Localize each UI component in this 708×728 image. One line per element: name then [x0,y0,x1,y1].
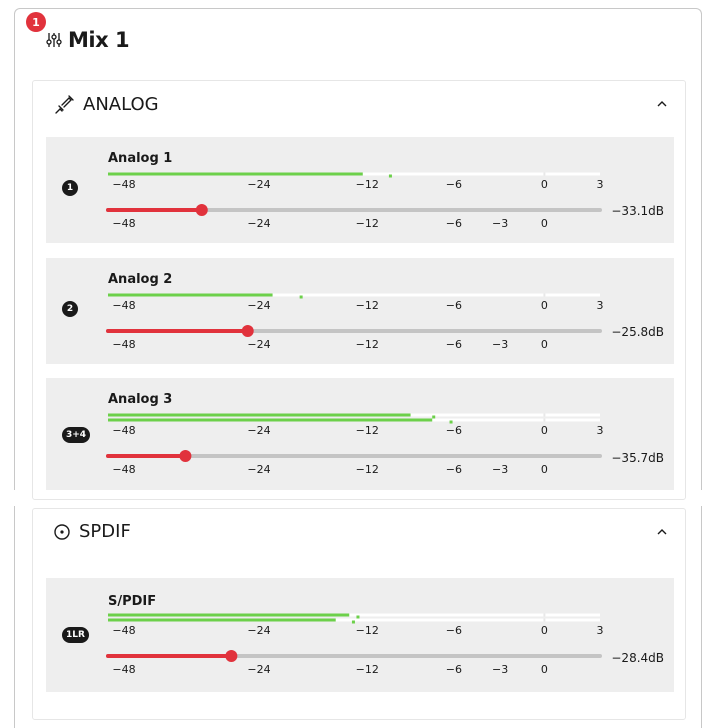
meter-scale-label: 0 [541,178,548,191]
channel-badge: 2 [62,301,78,317]
meter-peak [388,174,392,178]
meter-scale-label: −48 [112,624,135,637]
meter-scale-label: 3 [597,624,604,637]
meter-scale-label: −48 [112,299,135,312]
meter-peak [356,615,360,619]
channel-strip: Analog 3 3+4 −48 −24 −12 −6 0 3 −48 −24 −12 −6 −3 0… [46,378,674,490]
meter-scale-label: −12 [356,624,379,637]
section-spdif-label: SPDIF [79,521,131,542]
meter-scale-label: 0 [541,624,548,637]
meter-scale-label: 3 [597,424,604,437]
meter-scale-label: −12 [356,178,379,191]
channel-strip: Analog 2 2 −48 −24 −12 −6 0 3 −48 −24 −12 −6 −3 0 −… [46,258,674,364]
fader-scale-label: −3 [492,217,508,230]
cable-icon [55,95,74,114]
meter-scale-label: 3 [597,178,604,191]
fader-scale-label: −6 [446,663,462,676]
fader-scale-label: −12 [356,217,379,230]
fader-scale-label: 0 [541,217,548,230]
fader-scale-label: −3 [492,463,508,476]
notification-badge: 1 [26,12,46,32]
fader-knob[interactable] [179,450,192,462]
fader-scale-label: −24 [247,217,270,230]
channel-meters: −48 −24 −12 −6 0 3 −48 −24 −12 −6 −3 0 [106,613,604,676]
meter-scale-label: −6 [446,178,462,191]
fader-scale-label: −6 [446,338,462,351]
channel-meters: −48 −24 −12 −6 0 3 −48 −24 −12 −6 −3 0 [106,172,604,230]
circle-dot-icon [54,523,70,540]
channel-meters: −48 −24 −12 −6 0 3 −48 −24 −12 −6 −3 0 [106,413,604,476]
gain-readout: −25.8dB [611,325,664,339]
mix-header: Mix 1 [46,28,130,52]
page-title: Mix 1 [68,28,130,52]
meter-scale-label: 3 [597,299,604,312]
meter-scale-label: −48 [112,424,135,437]
meter-scale-label: −24 [247,178,270,191]
section-spdif-header[interactable]: SPDIF [53,521,131,542]
fader-knob[interactable] [195,204,208,216]
fader-scale-label: 0 [541,338,548,351]
fader-knob[interactable] [241,325,254,337]
fader-scale-label: −48 [112,217,135,230]
channel-meters: −48 −24 −12 −6 0 3 −48 −24 −12 −6 −3 0 [106,293,604,351]
channel-badge: 1LR [62,627,89,643]
fader-scale-label: −12 [356,463,379,476]
fader-scale-label: −6 [446,463,462,476]
meter-peak [351,620,355,624]
meter-scale-label: −24 [247,424,270,437]
section-analog-header[interactable]: ANALOG [53,93,159,115]
chevron-up-icon[interactable] [655,97,669,111]
fader-scale-label: −12 [356,338,379,351]
fader-scale-label: −48 [112,338,135,351]
fader-scale-label: −12 [356,663,379,676]
channel-badge: 1 [62,180,78,196]
fader-scale-label: −3 [492,338,508,351]
mixer-icon [46,33,62,47]
meter-scale-label: −24 [247,299,270,312]
gain-readout: −33.1dB [611,204,664,218]
meter-scale-label: −6 [446,624,462,637]
fader-scale-label: −24 [247,663,270,676]
meter-scale-label: −6 [446,299,462,312]
meter-scale-label: 0 [541,299,548,312]
fader-scale-label: −24 [247,338,270,351]
section-analog-label: ANALOG [83,93,159,115]
gain-readout: −35.7dB [611,451,664,465]
meter-scale-label: −12 [356,299,379,312]
fader-scale-label: −3 [492,663,508,676]
meter-scale-label: 0 [541,424,548,437]
channel-badge: 3+4 [62,427,91,443]
channel-strip: S/PDIF 1LR −48 −24 −12 −6 0 3 −48 −24 −12 −6 −3 0 −… [46,578,674,692]
fader-knob[interactable] [225,650,238,662]
gain-readout: −28.4dB [611,651,664,665]
chevron-up-icon[interactable] [655,525,669,539]
meter-scale-label: −12 [356,424,379,437]
fader-scale-label: −6 [446,217,462,230]
fader-scale-label: −48 [112,663,135,676]
fader-scale-label: 0 [541,463,548,476]
meter-scale-label: −24 [247,624,270,637]
fader-scale-label: 0 [541,663,548,676]
meter-scale-label: −6 [446,424,462,437]
fader-scale-label: −48 [112,463,135,476]
fader-scale-label: −24 [247,463,270,476]
meter-peak [432,415,436,419]
meter-peak [299,295,303,299]
channel-strip: Analog 1 1 −48 −24 −12 −6 0 3 −48 −24 −12 −6 −3 0 −… [46,137,674,243]
meter-scale-label: −48 [112,178,135,191]
